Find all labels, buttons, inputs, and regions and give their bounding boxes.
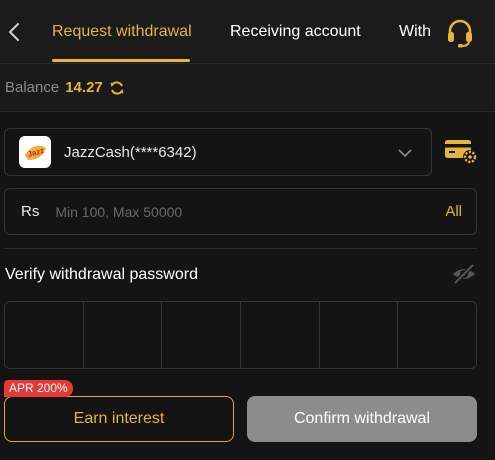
card-settings-icon [445, 140, 477, 164]
refresh-icon[interactable] [109, 80, 125, 96]
tab-request-withdrawal[interactable]: Request withdrawal [52, 0, 192, 63]
pin-cell[interactable] [241, 302, 320, 368]
balance-label: Balance [5, 79, 60, 96]
pin-cell[interactable] [319, 302, 399, 368]
verify-password-label: Verify withdrawal password [5, 266, 198, 283]
headset-icon [448, 19, 472, 48]
amount-input[interactable] [55, 196, 446, 227]
balance-row: Balance 14.27 [0, 64, 495, 112]
pin-cell[interactable] [83, 302, 163, 368]
all-amount-button[interactable]: All [445, 203, 462, 220]
manage-cards-button[interactable] [444, 137, 478, 165]
amount-field: Rs All [4, 188, 477, 235]
eye-hidden-icon[interactable] [451, 263, 477, 285]
back-button[interactable] [4, 18, 24, 46]
account-name: JazzCash(****6342) [64, 143, 197, 161]
currency-label: Rs [21, 203, 40, 220]
pin-cell[interactable] [5, 302, 84, 368]
chevron-down-icon [398, 149, 412, 158]
customer-service-button[interactable] [444, 17, 476, 49]
divider [4, 248, 477, 249]
apr-badge: APR 200% [4, 380, 73, 397]
password-pin-input[interactable] [4, 301, 477, 369]
svg-text:Jazz: Jazz [27, 146, 46, 159]
earn-interest-button[interactable]: Earn interest [4, 396, 234, 442]
active-tab-indicator [52, 59, 190, 62]
jazzcash-logo: Jazz [19, 136, 51, 168]
tab-withdrawal-record[interactable]: With [399, 0, 431, 63]
pin-cell[interactable] [398, 302, 476, 368]
receiving-account-select[interactable]: Jazz JazzCash(****6342) [4, 128, 432, 176]
balance-value: 14.27 [65, 79, 103, 96]
confirm-withdrawal-button[interactable]: Confirm withdrawal [247, 396, 477, 442]
top-tab-bar: Request withdrawal Receiving account Wit… [0, 0, 495, 64]
pin-cell[interactable] [162, 302, 242, 368]
chevron-left-icon [9, 23, 19, 41]
tab-receiving-account[interactable]: Receiving account [230, 0, 361, 63]
